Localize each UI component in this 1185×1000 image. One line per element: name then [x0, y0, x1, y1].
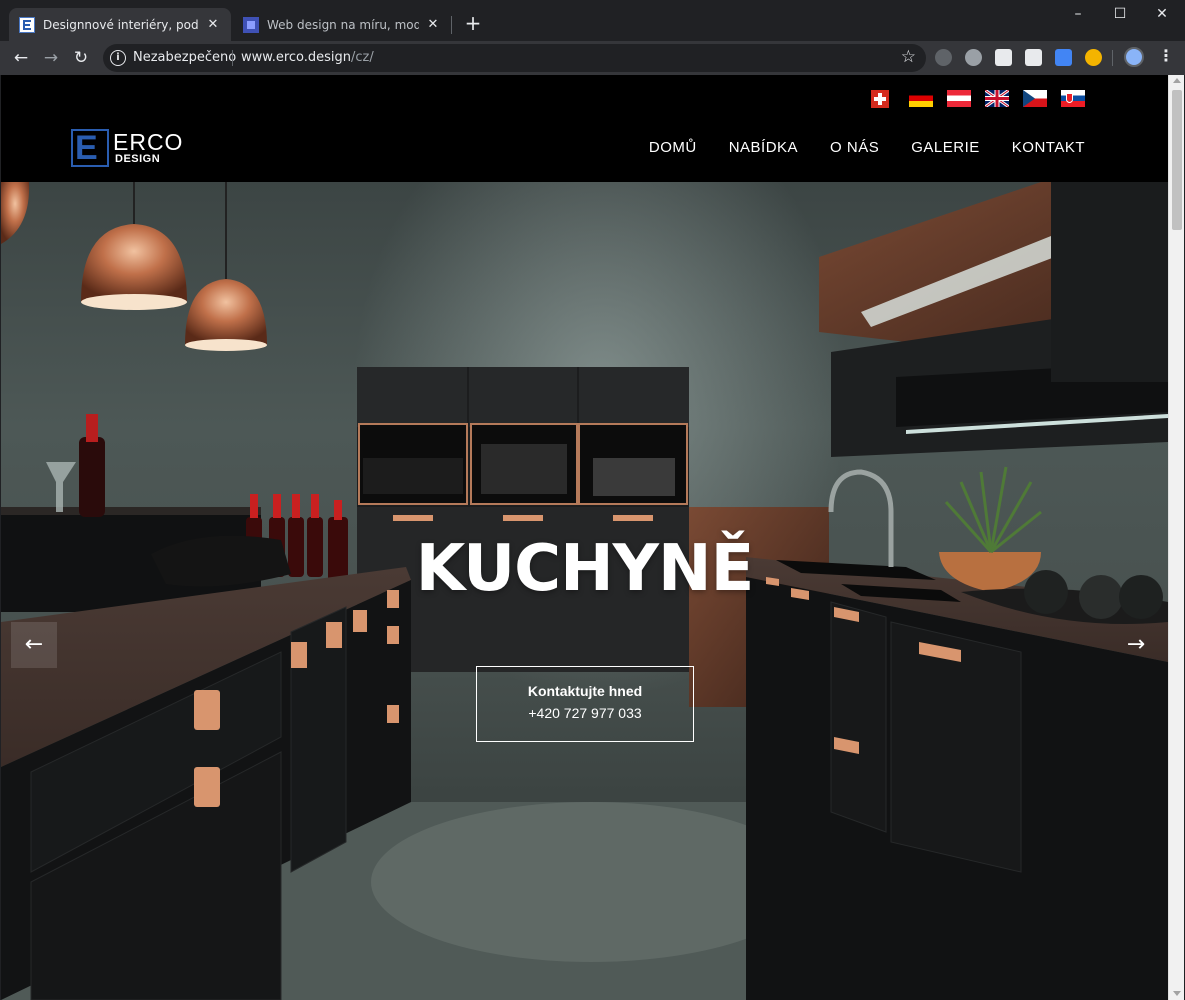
browser-toolbar: ← → ↻ i Nezabezpečeno www.erco.design/cz… — [0, 41, 1185, 75]
cta-label: Kontaktujte hned — [527, 683, 643, 699]
nav-item-home[interactable]: DOMŮ — [649, 139, 697, 156]
bookmark-star-icon[interactable]: ☆ — [901, 47, 916, 67]
main-navigation: DOMŮ NABÍDKA O NÁS GALERIE KONTAKT — [649, 139, 1085, 156]
nav-item-gallery[interactable]: GALERIE — [911, 139, 980, 156]
erco-logo[interactable]: E ERCO DESIGN — [71, 129, 189, 169]
url-path: /cz/ — [351, 50, 374, 65]
tab-close-icon[interactable]: ✕ — [205, 17, 221, 33]
contact-cta-button[interactable]: Kontaktujte hned +420 727 977 033 — [476, 666, 694, 742]
logo-letter: E — [75, 129, 98, 167]
tab-inactive[interactable]: Web design na míru, moderní, re ✕ — [233, 8, 451, 41]
tab-active[interactable]: Designnové interiéry, podlahy, st ✕ — [9, 8, 231, 41]
page-viewport: E ERCO DESIGN DOMŮ NABÍDKA O NÁS GALERIE… — [1, 75, 1168, 1000]
toolbar-separator — [1112, 50, 1113, 66]
reader-extension-icon[interactable] — [1025, 49, 1042, 66]
back-button[interactable]: ← — [8, 45, 34, 71]
nav-item-offer[interactable]: NABÍDKA — [729, 139, 798, 156]
erco-favicon-icon — [19, 16, 35, 33]
nav-item-contact[interactable]: KONTAKT — [1012, 139, 1085, 156]
tab-title: Web design na míru, moderní, re — [267, 17, 419, 32]
slider-prev-arrow-icon[interactable]: ← — [11, 622, 57, 668]
lightbulb-extension-icon[interactable] — [935, 49, 952, 66]
web-design-favicon-icon — [243, 16, 259, 33]
scroll-down-icon[interactable] — [1173, 991, 1181, 996]
browser-menu-icon[interactable]: ⋮ — [1158, 46, 1174, 65]
scrollbar-thumb[interactable] — [1172, 90, 1182, 230]
security-label[interactable]: Nezabezpečeno — [133, 50, 236, 65]
flag-czech-republic-icon[interactable] — [1023, 90, 1047, 107]
flag-germany-icon[interactable] — [909, 90, 933, 107]
forward-button[interactable]: → — [38, 45, 64, 71]
profile-avatar[interactable] — [1124, 47, 1144, 67]
flag-switzerland-icon[interactable] — [871, 90, 889, 108]
tab-title: Designnové interiéry, podlahy, st — [43, 17, 199, 32]
logo-sub: DESIGN — [115, 153, 161, 165]
tab-separator — [451, 16, 452, 34]
omnibox-divider — [232, 50, 233, 66]
hero-slider: KUCHYNĚ Kontaktujte hned +420 727 977 03… — [1, 182, 1168, 1000]
flag-slovakia-icon[interactable] — [1061, 90, 1085, 107]
slider-next-arrow-icon[interactable]: → — [1113, 622, 1159, 668]
flag-austria-icon[interactable] — [947, 90, 971, 107]
scroll-up-icon[interactable] — [1173, 78, 1181, 83]
hero-title: KUCHYNĚ — [415, 532, 755, 606]
browser-tabstrip: Designnové interiéry, podlahy, st ✕ Web … — [0, 0, 1185, 41]
skype-extension-icon[interactable] — [965, 49, 982, 66]
logo-brand: ERCO — [113, 129, 184, 155]
address-bar[interactable]: i Nezabezpečeno www.erco.design/cz/ ☆ — [103, 44, 926, 72]
translate-extension-icon[interactable] — [1055, 49, 1072, 66]
new-tab-button[interactable]: + — [461, 12, 485, 36]
url-text[interactable]: www.erco.design/cz/ — [241, 50, 374, 65]
cta-phone: +420 727 977 033 — [528, 705, 642, 721]
tab-close-icon[interactable]: ✕ — [425, 17, 441, 33]
pocket-extension-icon[interactable] — [995, 49, 1012, 66]
owl-extension-icon[interactable] — [1085, 49, 1102, 66]
flag-united-kingdom-icon[interactable] — [985, 90, 1009, 107]
nav-item-about[interactable]: O NÁS — [830, 139, 879, 156]
minimize-button[interactable]: – — [1055, 0, 1101, 30]
page-scrollbar[interactable] — [1168, 75, 1184, 1000]
maximize-button[interactable]: ☐ — [1097, 0, 1143, 30]
site-header: E ERCO DESIGN DOMŮ NABÍDKA O NÁS GALERIE… — [1, 75, 1168, 182]
reload-button[interactable]: ↻ — [68, 45, 94, 71]
language-flags — [871, 90, 1085, 108]
close-window-button[interactable]: ✕ — [1139, 0, 1185, 30]
url-host: www.erco.design — [241, 50, 352, 65]
info-icon[interactable]: i — [110, 50, 126, 66]
